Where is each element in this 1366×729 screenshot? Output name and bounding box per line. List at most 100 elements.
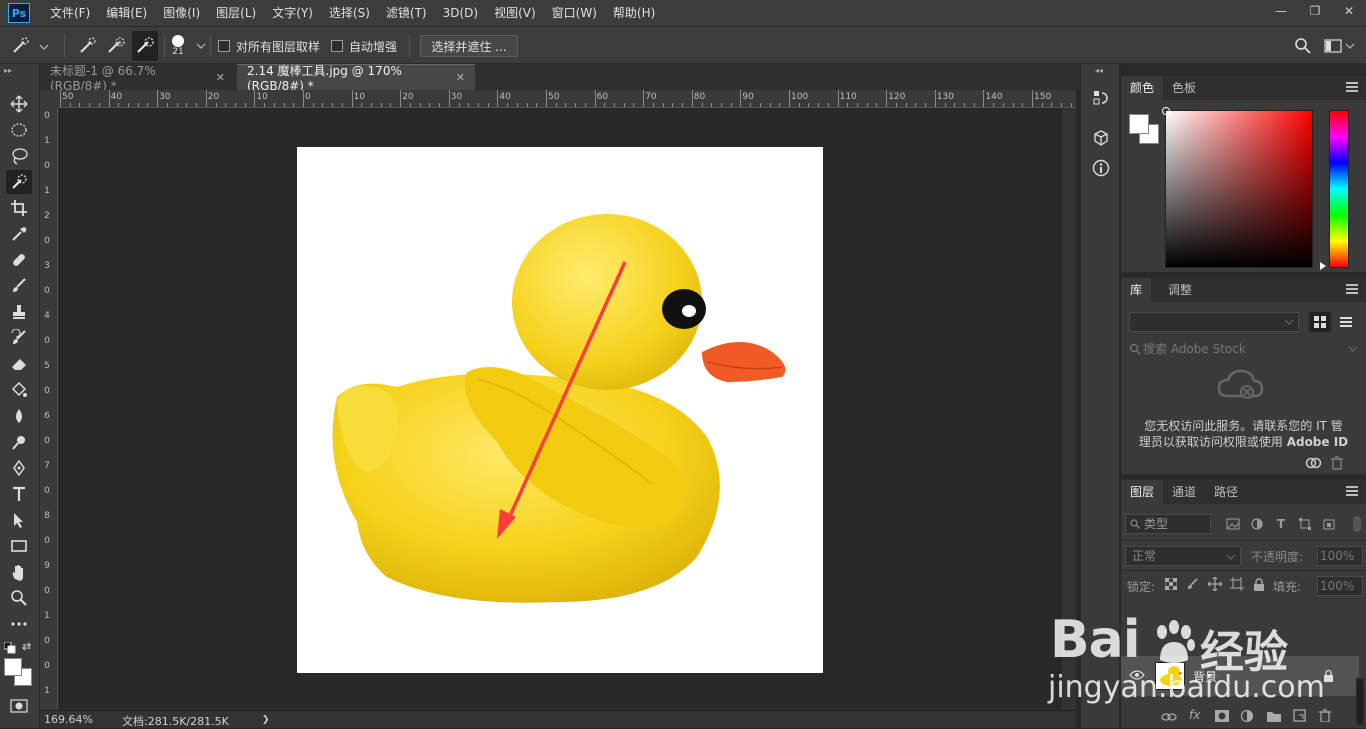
filter-pixel-icon[interactable] (1225, 516, 1241, 532)
collapse-dock-icon[interactable]: ◂◂ (1095, 66, 1103, 75)
menu-view[interactable]: 视图(V) (486, 0, 544, 26)
zoom-tool[interactable] (6, 586, 32, 610)
menu-window[interactable]: 窗口(W) (544, 0, 605, 26)
tool-preset-picker[interactable] (8, 27, 48, 65)
trash-icon[interactable] (1331, 456, 1343, 470)
dodge-tool[interactable] (6, 430, 32, 454)
eye-icon[interactable] (1129, 669, 1145, 681)
hue-slider-handle[interactable] (1320, 262, 1326, 270)
vertical-ruler[interactable]: 0 1 0 1 2 0 3 0 4 0 5 0 6 0 7 0 8 0 9 0 1 0 0 1 (40, 108, 58, 710)
add-mask-icon[interactable] (1215, 710, 1229, 722)
layer-row-background[interactable]: 背景 (1121, 656, 1359, 696)
eyedropper-tool[interactable] (6, 222, 32, 246)
lasso-tool[interactable] (6, 144, 32, 168)
pen-tool[interactable] (6, 456, 32, 480)
crop-tool[interactable] (6, 196, 32, 220)
menu-select[interactable]: 选择(S) (321, 0, 378, 26)
brush-size-picker[interactable]: 21 (172, 27, 184, 65)
tab-untitled-1[interactable]: 未标题-1 @ 66.7%(RGB/8#) * ✕ (40, 64, 235, 93)
tab-paths[interactable]: 路径 (1205, 480, 1247, 504)
add-to-selection-mode[interactable]: + (104, 27, 128, 65)
clone-stamp-tool[interactable] (6, 300, 32, 324)
filter-type-icon[interactable]: T (1273, 516, 1289, 532)
tab-layers[interactable]: 图层 (1121, 480, 1164, 504)
default-colors-icon[interactable] (4, 642, 16, 654)
tab-color[interactable]: 颜色 (1121, 76, 1164, 100)
select-and-mask-button[interactable]: 选择并遮住 ... (420, 35, 518, 57)
quick-selection-tool[interactable] (6, 170, 32, 194)
tab-adjustments[interactable]: 调整 (1159, 278, 1201, 302)
fill-field[interactable]: 100% (1317, 576, 1363, 596)
paint-bucket-tool[interactable] (6, 378, 32, 402)
checkbox-box[interactable] (331, 40, 343, 52)
minimize-button[interactable]: — (1264, 0, 1298, 22)
color-fg-swatch[interactable] (1129, 114, 1149, 134)
lock-artboard-icon[interactable] (1229, 576, 1245, 592)
library-select[interactable] (1129, 312, 1299, 332)
saturation-brightness-field[interactable] (1162, 107, 1313, 268)
lock-all-icon[interactable] (1251, 576, 1267, 592)
path-selection-tool[interactable] (6, 508, 32, 532)
zoom-level[interactable]: 169.64% (44, 713, 93, 726)
document-canvas[interactable] (297, 147, 823, 673)
close-tab-icon[interactable]: ✕ (456, 71, 465, 84)
menu-edit[interactable]: 编辑(E) (98, 0, 155, 26)
color-picker-handle[interactable] (1162, 107, 1170, 115)
checkbox-box[interactable] (218, 40, 230, 52)
opacity-field[interactable]: 100% (1317, 546, 1363, 566)
blend-mode-select[interactable]: 正常 (1125, 546, 1241, 566)
tab-channels[interactable]: 通道 (1163, 480, 1205, 504)
auto-enhance-checkbox[interactable]: 自动增强 (331, 27, 397, 65)
lock-pixels-icon[interactable] (1185, 576, 1201, 592)
close-window-button[interactable]: ✕ (1332, 0, 1366, 22)
search-button[interactable] (1294, 27, 1312, 65)
foreground-color-swatch[interactable] (4, 658, 22, 676)
link-layers-icon[interactable] (1161, 711, 1177, 723)
edit-toolbar-button[interactable] (6, 612, 32, 636)
ruler-origin[interactable] (40, 90, 58, 108)
lock-position-icon[interactable] (1207, 576, 1223, 592)
list-view-button[interactable] (1335, 312, 1357, 332)
info-panel-button[interactable] (1091, 158, 1111, 178)
quick-mask-button[interactable] (6, 694, 32, 718)
layer-filter-kind[interactable]: 类型 (1125, 514, 1211, 534)
swap-colors-icon[interactable]: ⇄ (22, 640, 31, 653)
stock-search-input[interactable] (1143, 340, 1343, 358)
blur-tool[interactable] (6, 404, 32, 428)
creative-cloud-sync-icon[interactable] (1305, 456, 1323, 470)
horizontal-ruler[interactable]: 50 40 30 20 10 0 10 20 30 40 50 60 70 80 90 100 110 120 13… (58, 90, 1076, 108)
layer-name[interactable]: 背景 (1193, 668, 1217, 685)
menu-image[interactable]: 图像(I) (155, 0, 208, 26)
type-tool[interactable] (6, 482, 32, 506)
tab-swatches[interactable]: 色板 (1163, 76, 1205, 100)
hue-slider[interactable] (1329, 110, 1349, 268)
menu-help[interactable]: 帮助(H) (605, 0, 663, 26)
history-brush-tool[interactable] (6, 326, 32, 350)
menu-layer[interactable]: 图层(L) (208, 0, 264, 26)
filter-smart-object-icon[interactable] (1321, 516, 1337, 532)
new-layer-icon[interactable] (1293, 709, 1306, 722)
close-tab-icon[interactable]: ✕ (216, 71, 225, 84)
tab-libraries[interactable]: 库 (1121, 278, 1152, 302)
vertical-scrollbar[interactable] (1062, 108, 1076, 710)
tab-magic-wand-jpg[interactable]: 2.14 魔棒工具.jpg @ 170%(RGB/8#) * ✕ (237, 64, 475, 93)
delete-layer-icon[interactable] (1319, 709, 1331, 722)
panel-menu-icon[interactable] (1346, 284, 1358, 294)
hand-tool[interactable] (6, 560, 32, 584)
menu-file[interactable]: 文件(F) (42, 0, 98, 26)
grid-view-button[interactable] (1309, 312, 1331, 332)
eraser-tool[interactable] (6, 352, 32, 376)
sample-all-layers-checkbox[interactable]: 对所有图层取样 (218, 27, 320, 65)
panel-menu-icon[interactable] (1346, 82, 1358, 92)
adjustment-layer-icon[interactable] (1241, 710, 1253, 722)
brush-picker-chevron[interactable] (196, 27, 206, 65)
history-panel-button[interactable] (1091, 88, 1111, 108)
new-selection-mode[interactable] (76, 27, 100, 65)
filter-toggle[interactable] (1353, 516, 1361, 532)
adobe-id-link[interactable]: Adobe ID (1287, 435, 1348, 449)
3d-panel-button[interactable] (1091, 128, 1111, 148)
workspace-switcher[interactable] (1324, 27, 1356, 65)
menu-filter[interactable]: 滤镜(T) (378, 0, 435, 26)
menu-type[interactable]: 文字(Y) (264, 0, 321, 26)
brush-tool[interactable] (6, 274, 32, 298)
